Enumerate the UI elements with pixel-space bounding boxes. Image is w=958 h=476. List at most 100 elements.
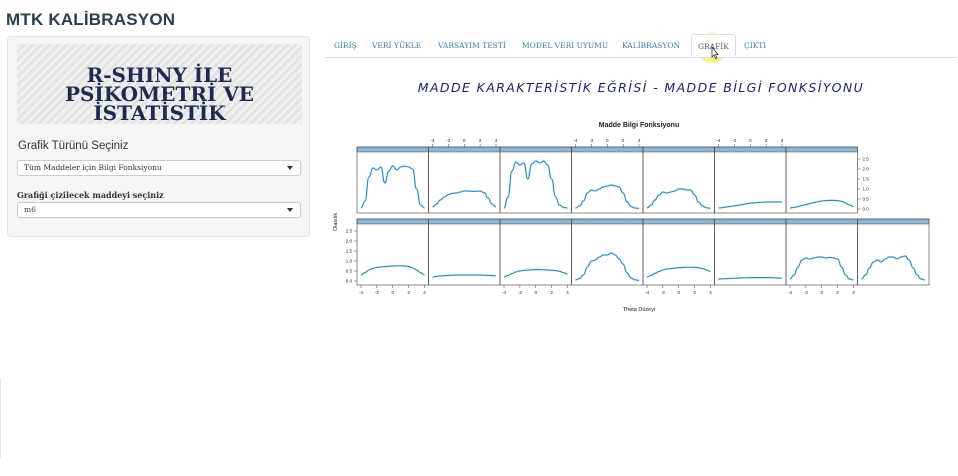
panel-frame — [499, 218, 572, 286]
x-tick-label: 2 — [693, 290, 696, 295]
x-tick-label: 2 — [550, 290, 553, 295]
y-tick-label: 0.5 — [346, 269, 353, 274]
chart-type-select[interactable]: Tüm Maddeler için Bilgi Fonksiyonu — [17, 160, 301, 176]
panel-strip — [428, 146, 501, 153]
x-tick-label: 2 — [836, 290, 839, 295]
tab-model-veri-uyumu[interactable]: MODEL VERİ UYUMU — [522, 34, 608, 57]
item-select-value: m6 — [24, 205, 36, 214]
x-tick-label: 2 — [622, 138, 625, 143]
panel-strip — [356, 146, 429, 153]
banner-text: R-SHINY İLE PSİKOMETRİ VE İSTATİSTİK UYG… — [17, 63, 302, 124]
panel-frame — [428, 146, 501, 214]
x-tick-label: 0 — [677, 290, 680, 295]
panel-strip — [642, 146, 715, 153]
x-tick-label: -2 — [446, 138, 450, 143]
y-tick-label: 1.0 — [346, 259, 353, 264]
item-select[interactable]: m6 — [17, 202, 301, 218]
y-tick-label: 1.5 — [863, 177, 870, 182]
information-curve — [718, 201, 782, 209]
y-tick-label: 2.0 — [863, 167, 870, 172]
tab-varsayim-testi[interactable]: VARSAYIM TESTİ — [438, 34, 506, 57]
information-curve — [360, 165, 425, 209]
item-information-chart: Madde Bilgi Fonksiyonu -4 -2 0 2 4 -4 -2 0 2 4 -4 -2… — [333, 122, 930, 313]
banner-image: R-SHINY İLE PSİKOMETRİ VE İSTATİSTİK UYG… — [17, 44, 302, 124]
panel-strip — [428, 218, 501, 225]
information-curve — [503, 160, 568, 209]
chart-type-select-value: Tüm Maddeler için Bilgi Fonksiyonu — [24, 163, 162, 172]
panel-strip — [571, 146, 644, 153]
x-tick-label: -2 — [661, 290, 665, 295]
x-tick-label: 2 — [479, 138, 482, 143]
x-tick-label: -4 — [788, 290, 792, 295]
x-tick-label: -4 — [645, 290, 649, 295]
x-tick-label: -4 — [502, 290, 506, 295]
banner-line-1: R-SHINY İLE PSİKOMETRİ VE — [64, 63, 255, 106]
x-tick-label: 0 — [534, 290, 537, 295]
x-tick-label: 4 — [638, 138, 641, 143]
panel-strip — [857, 218, 930, 225]
x-tick-label: -4 — [716, 138, 720, 143]
x-tick-label: -2 — [518, 290, 522, 295]
x-tick-label: -4 — [430, 138, 434, 143]
app-title: MTK KALİBRASYON — [6, 10, 176, 29]
x-tick-label: 4 — [495, 138, 498, 143]
x-tick-label: 2 — [765, 138, 768, 143]
mouse-cursor-icon — [711, 46, 719, 59]
tab-bar: GİRİŞ VERİ YÜKLE VARSAYIM TESTİ MODEL VE… — [325, 34, 957, 58]
x-tick-label: 4 — [852, 290, 855, 295]
y-tick-label: 2.5 — [346, 229, 353, 234]
y-tick-label: 1.5 — [346, 249, 353, 254]
panel-strip — [714, 218, 787, 225]
chevron-down-icon — [287, 208, 293, 212]
sidebar-panel: R-SHINY İLE PSİKOMETRİ VE İSTATİSTİK UYG… — [7, 36, 310, 237]
tab-cikti[interactable]: ÇIKTI — [744, 34, 766, 57]
panel-strip — [642, 218, 715, 225]
panel-frame — [356, 218, 429, 286]
panel-frame — [714, 218, 787, 286]
page-edge — [0, 378, 13, 458]
information-curve — [646, 266, 711, 278]
information-curve — [503, 269, 568, 278]
tab-veri-yukle[interactable]: VERİ YÜKLE — [372, 34, 421, 57]
x-tick-label: -2 — [589, 138, 593, 143]
tab-kalibrasyon[interactable]: KALİBRASYON — [622, 34, 680, 57]
y-tick-label: 1.0 — [863, 187, 870, 192]
y-tick-label: 0.0 — [346, 279, 353, 284]
information-curve — [575, 252, 640, 281]
information-curve — [646, 188, 711, 209]
y-tick-label: 2.0 — [346, 239, 353, 244]
item-select-label: Grafiği çizilecek maddeyi seçiniz — [17, 190, 164, 200]
x-tick-label: 0 — [820, 290, 823, 295]
y-tick-label: 0.5 — [863, 197, 870, 202]
information-curve — [789, 256, 854, 281]
panel-strip — [499, 146, 572, 153]
information-curve — [718, 277, 783, 280]
x-tick-label: 4 — [781, 138, 784, 143]
panel-strip — [499, 218, 572, 225]
y-tick-label: 0.0 — [863, 207, 870, 212]
information-curve — [432, 274, 497, 278]
tab-giris[interactable]: GİRİŞ — [334, 34, 357, 57]
information-curve — [575, 184, 640, 209]
x-tick-label: 4 — [566, 290, 569, 295]
panel-strip — [571, 218, 644, 225]
x-tick-label: -2 — [375, 290, 379, 295]
panel-strip — [785, 218, 858, 225]
x-tick-label: 4 — [709, 290, 712, 295]
plot-heading: MADDE KARAKTERİSTİK EĞRİSİ - MADDE BİLGİ… — [417, 80, 865, 95]
x-tick-label: 0 — [749, 138, 752, 143]
x-tick-label: -2 — [732, 138, 736, 143]
chart-type-label: Grafik Türünü Seçiniz — [18, 140, 129, 152]
x-tick-label: 2 — [407, 290, 410, 295]
x-tick-label: -4 — [573, 138, 577, 143]
panel-strip — [356, 218, 429, 225]
y-tick-label: 2.5 — [863, 157, 870, 162]
panel-frame — [642, 146, 715, 214]
chart-title: Madde Bilgi Fonksiyonu — [599, 122, 680, 129]
x-tick-label: 0 — [606, 138, 609, 143]
y-axis-label: Olasılık — [333, 213, 339, 232]
x-tick-label: 4 — [423, 290, 426, 295]
information-curve — [861, 255, 926, 281]
information-curve — [360, 265, 425, 276]
information-curve — [432, 190, 497, 208]
